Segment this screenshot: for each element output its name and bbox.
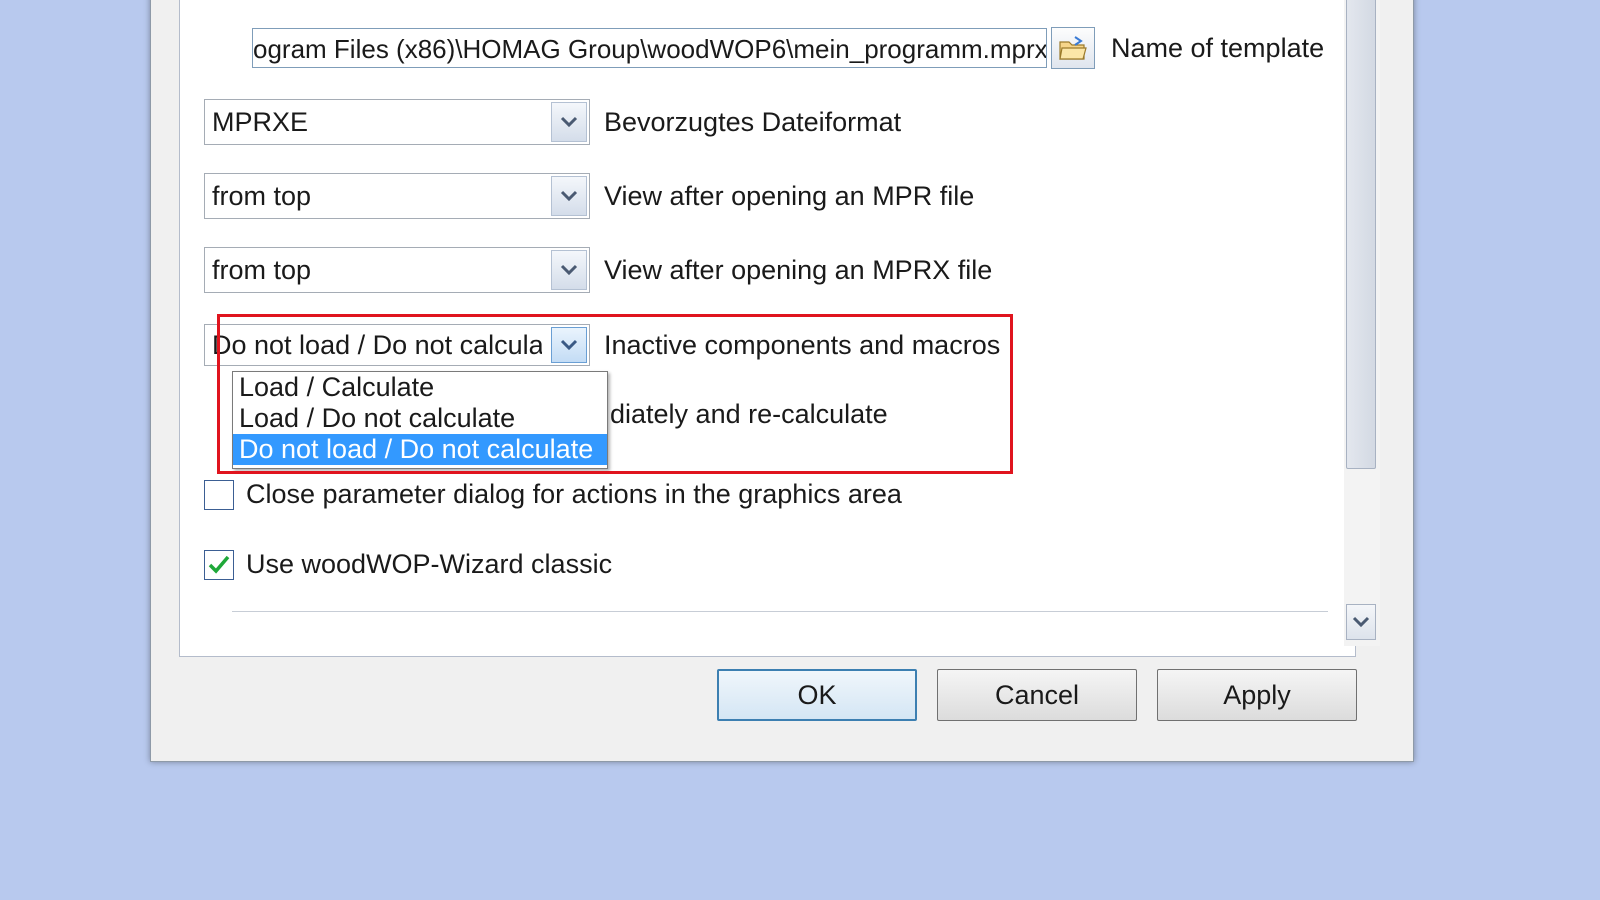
chevron-down-icon[interactable] [551, 250, 587, 290]
chevron-down-icon [1352, 616, 1370, 628]
close-dialog-checkbox[interactable] [204, 479, 234, 510]
template-path-input[interactable]: ogram Files (x86)\HOMAG Group\woodWOP6\m… [252, 28, 1047, 68]
file-format-value: MPRXE [212, 106, 309, 137]
inactive-components-select[interactable]: Do not load / Do not calculat [204, 324, 590, 366]
file-format-row: MPRXE Bevorzugtes Dateiformat [204, 99, 901, 145]
recalculate-label: diately and re-calculate [610, 399, 888, 429]
folder-open-icon [1059, 36, 1087, 60]
settings-panel: ogram Files (x86)\HOMAG Group\woodWOP6\m… [179, 0, 1380, 657]
wizard-label: Use woodWOP-Wizard classic [246, 549, 613, 579]
scroll-thumb[interactable] [1346, 0, 1376, 469]
cancel-button[interactable]: Cancel [937, 669, 1137, 721]
browse-template-button[interactable] [1051, 27, 1095, 69]
mpr-view-value: from top [212, 180, 312, 211]
inactive-components-label: Inactive components and macros [604, 329, 1001, 360]
file-format-label: Bevorzugtes Dateiformat [604, 106, 902, 137]
chevron-down-icon[interactable] [551, 102, 587, 142]
inactive-components-value: Do not load / Do not calculat [212, 329, 542, 360]
mpr-view-label: View after opening an MPR file [604, 180, 975, 211]
apply-button[interactable]: Apply [1157, 669, 1357, 721]
template-row: ogram Files (x86)\HOMAG Group\woodWOP6\m… [252, 27, 1324, 69]
mpr-view-row: from top View after opening an MPR file [204, 173, 974, 219]
divider [232, 611, 1328, 612]
chevron-down-icon[interactable] [551, 327, 587, 363]
hidden-row: diately and re-calculate [610, 399, 888, 430]
mprx-view-value: from top [212, 254, 312, 285]
option-do-not-load-do-not-calculate[interactable]: Do not load / Do not calculate [233, 434, 607, 465]
option-load-calculate[interactable]: Load / Calculate [233, 372, 607, 403]
ok-button[interactable]: OK [717, 669, 917, 721]
wizard-checkbox[interactable] [204, 549, 234, 580]
template-label: Name of template [1111, 32, 1325, 63]
close-dialog-row: Close parameter dialog for actions in th… [204, 479, 902, 510]
scroll-down-button[interactable] [1346, 604, 1376, 640]
inactive-components-row: Do not load / Do not calculat Inactive c… [204, 324, 1000, 366]
inactive-components-dropdown: Load / Calculate Load / Do not calculate… [232, 371, 608, 469]
mpr-view-select[interactable]: from top [204, 173, 590, 219]
wizard-row: Use woodWOP-Wizard classic [204, 549, 612, 580]
close-dialog-label: Close parameter dialog for actions in th… [246, 479, 902, 509]
chevron-down-icon[interactable] [551, 176, 587, 216]
mprx-view-label: View after opening an MPRX file [604, 254, 993, 285]
option-load-do-not-calculate[interactable]: Load / Do not calculate [233, 403, 607, 434]
vertical-scrollbar[interactable] [1344, 0, 1380, 646]
mprx-view-select[interactable]: from top [204, 247, 590, 293]
mprx-view-row: from top View after opening an MPRX file [204, 247, 992, 293]
file-format-select[interactable]: MPRXE [204, 99, 590, 145]
settings-dialog: ogram Files (x86)\HOMAG Group\woodWOP6\m… [150, 0, 1414, 762]
checkmark-icon [208, 555, 230, 574]
